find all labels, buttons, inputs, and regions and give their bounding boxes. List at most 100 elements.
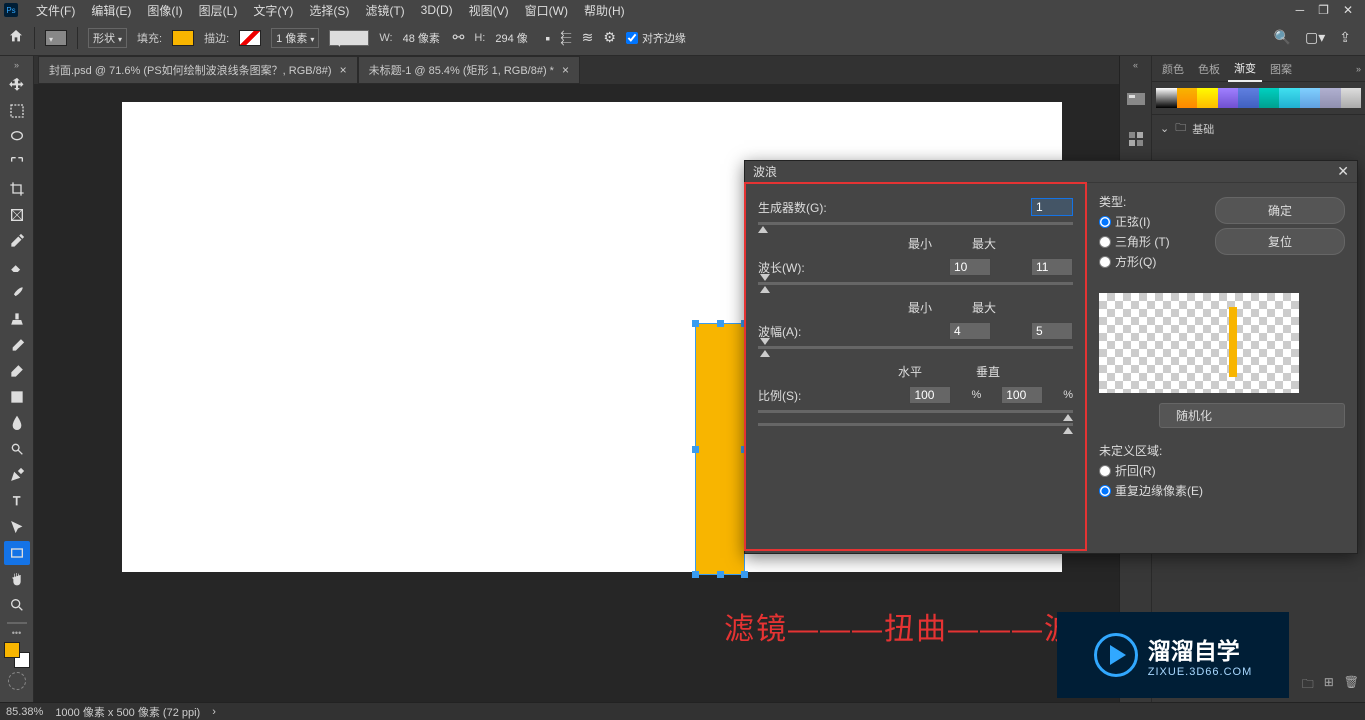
- reset-button[interactable]: 复位: [1215, 228, 1345, 255]
- doc-tab-1-close-icon[interactable]: ×: [340, 63, 347, 77]
- spot-heal-tool[interactable]: [4, 255, 30, 279]
- width-input[interactable]: [403, 32, 443, 44]
- stroke-color-swatch[interactable]: [239, 30, 261, 46]
- generators-input[interactable]: [1031, 198, 1073, 216]
- home-icon[interactable]: [8, 28, 24, 47]
- swatches-panel-icon[interactable]: [1125, 128, 1147, 150]
- scale-horiz-input[interactable]: [909, 386, 951, 404]
- color-swatches[interactable]: [4, 642, 30, 668]
- color-panel-icon[interactable]: [1125, 88, 1147, 110]
- doc-tab-1[interactable]: 封面.psd @ 71.6% (PS如何绘制波浪线条图案？, RGB/8#) ×: [38, 56, 358, 84]
- collapse-right-icon[interactable]: »: [1356, 64, 1361, 74]
- menu-layer[interactable]: 图层(L): [191, 0, 246, 21]
- wavelength-max-input[interactable]: [1031, 258, 1073, 276]
- handle-bl[interactable]: [692, 571, 699, 578]
- collapse-tools-icon[interactable]: »: [14, 58, 19, 72]
- frame-tool[interactable]: [4, 203, 30, 227]
- wavelength-min-input[interactable]: [949, 258, 991, 276]
- path-ops-icon[interactable]: ▪: [545, 30, 550, 46]
- workspace-icon[interactable]: ▢▾: [1305, 29, 1325, 46]
- path-select-tool[interactable]: [4, 515, 30, 539]
- document-size[interactable]: 1000 像素 x 500 像素 (72 ppi)›: [55, 704, 216, 720]
- scale-slider-v[interactable]: [758, 423, 1073, 426]
- hand-tool[interactable]: [4, 567, 30, 591]
- menu-3d[interactable]: 3D(D): [413, 1, 461, 19]
- type-triangle-radio[interactable]: 三角形 (T): [1099, 233, 1205, 250]
- amplitude-slider[interactable]: [758, 346, 1073, 349]
- zoom-tool[interactable]: [4, 593, 30, 617]
- fg-color-swatch[interactable]: [4, 642, 20, 658]
- close-icon[interactable]: ✕: [1343, 3, 1353, 17]
- menu-image[interactable]: 图像(I): [139, 0, 190, 21]
- menu-view[interactable]: 视图(V): [461, 0, 517, 21]
- selected-rectangle[interactable]: [696, 324, 744, 574]
- delete-icon[interactable]: 🗑: [1344, 675, 1359, 696]
- gradient-presets[interactable]: [1156, 88, 1361, 108]
- tool-preset-swatch[interactable]: [45, 30, 67, 46]
- randomize-button[interactable]: 随机化: [1159, 403, 1345, 428]
- repeat-radio[interactable]: 重复边缘像素(E): [1099, 482, 1345, 499]
- path-align-icon[interactable]: ⬱: [560, 29, 571, 46]
- maximize-icon[interactable]: ❐: [1318, 3, 1329, 17]
- handle-br[interactable]: [741, 571, 748, 578]
- doc-tab-2[interactable]: 未标题-1 @ 85.4% (矩形 1, RGB/8#) * ×: [358, 56, 580, 84]
- history-brush-tool[interactable]: [4, 333, 30, 357]
- clone-stamp-tool[interactable]: [4, 307, 30, 331]
- marquee-tool[interactable]: [4, 99, 30, 123]
- path-arrange-icon[interactable]: ≋: [582, 29, 594, 46]
- rectangle-tool[interactable]: [4, 541, 30, 565]
- height-input[interactable]: [495, 32, 535, 44]
- handle-tl[interactable]: [692, 320, 699, 327]
- menu-type[interactable]: 文字(Y): [245, 0, 301, 21]
- dialog-close-icon[interactable]: ✕: [1337, 163, 1349, 180]
- menu-edit[interactable]: 编辑(E): [83, 0, 139, 21]
- brush-tool[interactable]: [4, 281, 30, 305]
- pen-tool[interactable]: [4, 463, 30, 487]
- handle-tm[interactable]: [717, 320, 724, 327]
- ok-button[interactable]: 确定: [1215, 197, 1345, 224]
- eyedropper-tool[interactable]: [4, 229, 30, 253]
- collapse-panels-icon[interactable]: «: [1133, 60, 1138, 70]
- tab-gradients[interactable]: 渐变: [1228, 56, 1262, 82]
- menu-filter[interactable]: 滤镜(T): [357, 0, 412, 21]
- handle-ml[interactable]: [692, 446, 699, 453]
- type-tool[interactable]: T: [4, 489, 30, 513]
- dodge-tool[interactable]: [4, 437, 30, 461]
- gradient-tool[interactable]: [4, 385, 30, 409]
- scale-vert-input[interactable]: [1001, 386, 1043, 404]
- handle-bm[interactable]: [717, 571, 724, 578]
- tab-patterns[interactable]: 图案: [1264, 57, 1298, 81]
- menu-select[interactable]: 选择(S): [301, 0, 357, 21]
- doc-tab-2-close-icon[interactable]: ×: [562, 63, 569, 77]
- stroke-width-select[interactable]: 1 像素: [271, 28, 319, 48]
- eraser-tool[interactable]: [4, 359, 30, 383]
- minimize-icon[interactable]: ─: [1296, 3, 1305, 17]
- wavelength-slider[interactable]: [758, 282, 1073, 285]
- blur-tool[interactable]: [4, 411, 30, 435]
- zoom-level[interactable]: 85.38%: [6, 706, 43, 718]
- menu-file[interactable]: 文件(F): [28, 0, 83, 21]
- search-icon[interactable]: 🔍: [1274, 29, 1291, 46]
- scale-slider-h[interactable]: [758, 410, 1073, 413]
- dialog-titlebar[interactable]: 波浪 ✕: [745, 161, 1357, 183]
- quick-select-tool[interactable]: [4, 151, 30, 175]
- tab-swatches[interactable]: 色板: [1192, 57, 1226, 81]
- amplitude-max-input[interactable]: [1031, 322, 1073, 340]
- new-item-icon[interactable]: ⊞: [1324, 675, 1334, 696]
- gradient-folder-basics[interactable]: ⌄ 🗀 基础: [1152, 114, 1365, 142]
- tab-color[interactable]: 颜色: [1156, 57, 1190, 81]
- new-folder-icon[interactable]: 🗀: [1302, 675, 1314, 696]
- path-settings-icon[interactable]: ⚙: [603, 29, 616, 46]
- move-tool[interactable]: [4, 73, 30, 97]
- stroke-style-select[interactable]: [329, 30, 369, 46]
- shape-mode-select[interactable]: 形状: [88, 28, 127, 48]
- generators-slider[interactable]: [758, 222, 1073, 225]
- amplitude-min-input[interactable]: [949, 322, 991, 340]
- type-sine-radio[interactable]: 正弦(I): [1099, 213, 1205, 230]
- type-square-radio[interactable]: 方形(Q): [1099, 253, 1205, 270]
- wrap-radio[interactable]: 折回(R): [1099, 462, 1345, 479]
- fill-color-swatch[interactable]: [172, 30, 194, 46]
- crop-tool[interactable]: [4, 177, 30, 201]
- quick-mask-icon[interactable]: [8, 672, 26, 690]
- link-wh-icon[interactable]: ⚯: [453, 29, 465, 46]
